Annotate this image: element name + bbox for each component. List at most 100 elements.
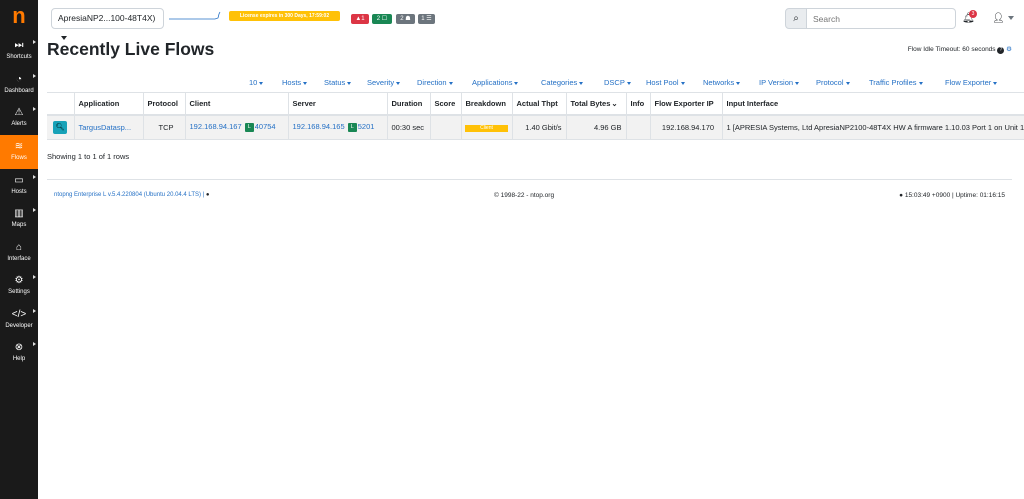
filter-dropdown-protocol[interactable]: Protocol — [816, 77, 850, 89]
filter-dropdown-networks[interactable]: Networks — [703, 77, 741, 89]
sidebar-item-dashboard[interactable]: ◔ Dashboard — [0, 68, 38, 102]
column-header[interactable]: Actual Thpt — [512, 92, 567, 116]
total-bytes-cell: 4.96 GB — [566, 114, 627, 140]
caret-down-icon — [396, 81, 401, 85]
protocol-cell: TCP — [143, 114, 186, 140]
server-ip-link[interactable]: 192.168.94.165 — [293, 122, 345, 131]
filter-label: Hosts — [282, 78, 302, 87]
filter-dropdown-severity[interactable]: Severity — [367, 77, 401, 89]
caret-down-icon — [448, 81, 453, 85]
client-ip-link[interactable]: 192.168.94.167 — [190, 122, 242, 131]
search-icon[interactable]: ⌕ — [785, 8, 807, 29]
caret-down-icon — [845, 81, 850, 85]
score-cell — [430, 114, 462, 140]
filter-dropdown-host-pool[interactable]: Host Pool — [646, 77, 685, 89]
column-header[interactable] — [47, 92, 75, 116]
sidebar-item-label: Dashboard — [4, 88, 34, 94]
sidebar-item-interface[interactable]: ⌂ Interface — [0, 236, 38, 270]
chevron-right-icon — [33, 342, 36, 346]
caret-down-icon — [303, 81, 308, 85]
filter-dropdown-traffic-profiles[interactable]: Traffic Profiles — [869, 77, 923, 89]
sidebar: n ⏭ Shortcuts ◔ Dashboard ⚠ Alerts ≋ Flows ▭ Host… — [0, 0, 38, 499]
flows-table: Application Protocol Client Server Duration S… — [47, 92, 1024, 140]
sidebar-item-settings[interactable]: ⚙ Settings — [0, 269, 38, 303]
ntopng-logo[interactable]: n — [8, 4, 30, 28]
local-host-badge: L — [347, 123, 357, 132]
filter-label: DSCP — [604, 78, 625, 87]
filter-label: Protocol — [816, 78, 844, 87]
flow-details-button[interactable]: 🔍︎ — [53, 120, 68, 134]
github-icon[interactable]: ● — [206, 192, 210, 198]
help-icon[interactable]: ? — [997, 47, 1005, 54]
column-header[interactable]: Client — [185, 92, 289, 116]
sidebar-item-label: Flows — [11, 155, 27, 161]
column-header[interactable]: Duration — [387, 92, 431, 116]
chevron-down-icon — [1007, 16, 1014, 21]
filter-dropdown-status[interactable]: Status — [324, 77, 352, 89]
filter-dropdown-applications[interactable]: Applications — [472, 77, 519, 89]
caret-down-icon — [259, 81, 264, 85]
sidebar-item-label: Hosts — [11, 189, 27, 195]
column-header[interactable]: Score — [430, 92, 462, 116]
application-link[interactable]: TargusDatasp... — [79, 123, 132, 132]
column-header[interactable]: Application — [74, 92, 144, 116]
sidebar-item-help[interactable]: ⊗ Help — [0, 336, 38, 370]
info-cell — [626, 114, 651, 140]
sidebar-item-label: Alerts — [11, 121, 27, 127]
chevron-right-icon — [33, 309, 36, 313]
caret-down-icon — [626, 81, 631, 85]
gear-icon[interactable]: ⚙ — [1006, 46, 1012, 53]
filter-dropdown-hosts[interactable]: Hosts — [282, 77, 308, 89]
column-header[interactable]: Info — [626, 92, 651, 116]
filter-dropdown-ip-version[interactable]: IP Version — [759, 77, 800, 89]
column-header[interactable]: Breakdown — [461, 92, 513, 116]
interface-select[interactable]: ApresiaNP2...100-48T4X) — [51, 8, 164, 40]
sidebar-item-maps[interactable]: ▥ Maps — [0, 202, 38, 236]
filter-label: IP Version — [759, 78, 794, 87]
server-port-link[interactable]: 5201 — [358, 122, 375, 131]
caret-down-icon — [795, 81, 800, 85]
filter-dropdown-dscp[interactable]: DSCP — [604, 77, 631, 89]
sidebar-item-developer[interactable]: </> Developer — [0, 303, 38, 337]
sidebar-item-flows[interactable]: ≋ Flows — [0, 135, 38, 169]
filter-label: Flow Exporter — [945, 78, 992, 87]
filter-dropdown-10[interactable]: 10 — [249, 77, 264, 89]
sidebar-item-label: Settings — [8, 289, 30, 295]
filter-label: Categories — [541, 78, 578, 87]
user-menu-icon[interactable]: 👤︎ — [992, 13, 1014, 24]
filter-label: Applications — [472, 78, 513, 87]
filter-dropdown-direction[interactable]: Direction — [417, 77, 453, 89]
sidebar-item-label: Help — [12, 356, 26, 362]
version-info[interactable]: ntopng Enterprise L v.5.4.220804 (Ubuntu… — [54, 191, 210, 200]
sidebar-item-label: Interface — [7, 256, 31, 262]
column-header[interactable]: Flow Exporter IP — [650, 92, 723, 116]
column-header[interactable]: Server — [288, 92, 388, 116]
filter-label: 10 — [249, 78, 258, 87]
exporter-ip-cell: 192.168.94.170 — [650, 114, 723, 140]
chevron-right-icon — [33, 275, 36, 279]
search-input[interactable] — [807, 8, 956, 29]
filter-dropdown-flow-exporter[interactable]: Flow Exporter — [945, 77, 998, 89]
filter-dropdown-categories[interactable]: Categories — [541, 77, 584, 89]
filter-label: Severity — [367, 78, 395, 87]
caret-down-icon — [918, 81, 923, 85]
column-header[interactable]: Input Interface — [722, 92, 1024, 116]
sidebar-item-hosts[interactable]: ▭ Hosts — [0, 169, 38, 203]
caret-down-icon — [680, 81, 685, 85]
column-header[interactable]: Total Bytes⌄ — [566, 92, 627, 116]
local-hosts-badge[interactable]: 2 ☐ — [372, 14, 392, 24]
caret-down-icon — [579, 81, 584, 85]
input-interface-cell: 1 [APRESIA Systems, Ltd ApresiaNP2100-48… — [722, 114, 1024, 140]
table-row[interactable]: 🔍︎ TargusDatasp... TCP 192.168.94.167 L 4… — [47, 114, 1024, 140]
clock-icon: ● — [899, 192, 904, 199]
flows-badge[interactable]: 1 ☰ — [418, 14, 435, 24]
column-header[interactable]: Protocol — [143, 92, 186, 116]
sidebar-item-alerts[interactable]: ⚠ Alerts — [0, 101, 38, 135]
remote-hosts-badge[interactable]: 2 ☗ — [396, 14, 415, 24]
sidebar-item-shortcuts[interactable]: ⏭ Shortcuts — [0, 34, 38, 68]
copyright: © 1998-22 - ntop.org — [494, 192, 555, 199]
alerts-badge[interactable]: ▲1 — [351, 14, 369, 24]
client-port-link[interactable]: 40754 — [255, 122, 276, 131]
license-warning-badge[interactable]: License expires in 300 Days, 17:59:02 — [229, 11, 340, 21]
top-navbar: ApresiaNP2...100-48T4X) License expires … — [38, 0, 1024, 40]
